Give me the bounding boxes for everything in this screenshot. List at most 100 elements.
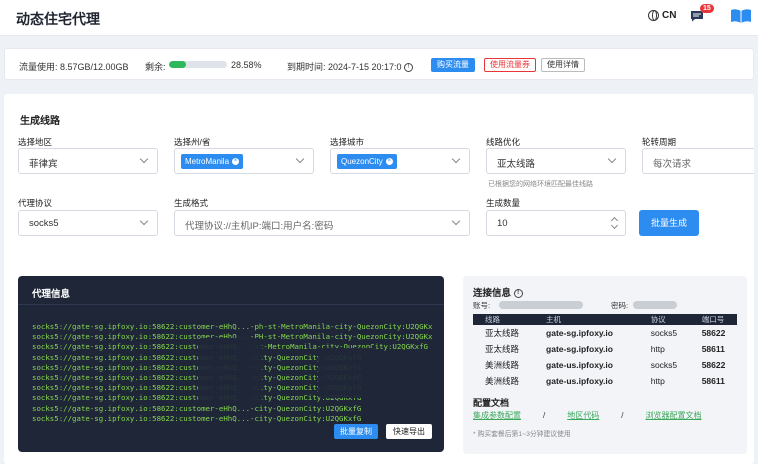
generate-section-title: 生成线路 <box>20 116 60 127</box>
password-redacted <box>633 301 677 309</box>
close-icon[interactable]: × <box>385 158 393 166</box>
rotation-value: 每次请求 <box>653 159 692 170</box>
traffic-usage: 流量使用: 8.57GB/12.00GB <box>19 62 129 72</box>
separator: / <box>543 411 546 420</box>
connection-info-panel: 连接信息 ! 账号: 密码: 线路 主机 协议 端口号 亚太线路 gate-sg.ipf… <box>463 276 747 454</box>
table-cell: 美洲线路 <box>485 376 520 386</box>
use-coupon-button[interactable]: 使用流量券 <box>484 58 536 72</box>
info-icon[interactable]: ! <box>404 63 414 73</box>
route-select[interactable]: 亚太线路 <box>486 148 626 174</box>
account-redacted <box>499 301 583 309</box>
chevron-down-icon <box>451 154 461 164</box>
buy-traffic-button[interactable]: 购买流量 <box>431 58 475 72</box>
expiry-time: 到期时间: 2024-7-15 20:17:0 ! <box>287 60 414 73</box>
format-select[interactable]: 代理协议://主机IP:端口:用户名:密码 <box>174 210 470 236</box>
remaining-label: 剩余: <box>145 62 166 72</box>
column-header: 主机 <box>534 314 639 325</box>
table-cell: 美洲线路 <box>485 360 520 370</box>
batch-generate-button[interactable]: 批量生成 <box>639 210 699 236</box>
config-links: 集成参数配置 / 地区代码 / 浏览器配置文档 <box>473 410 701 421</box>
rotation-label: 轮转周期 <box>642 137 677 147</box>
message-badge: 15 <box>700 4 714 13</box>
state-tag[interactable]: MetroManila × <box>181 154 244 169</box>
format-value: 代理协议://主机IP:端口:用户名:密码 <box>185 221 334 232</box>
region-code-link[interactable]: 地区代码 <box>567 411 599 420</box>
table-cell: socks5 <box>650 360 678 370</box>
traffic-summary: 流量使用: 8.57GB/12.00GB 剩余: 28.58% 到期时间: 20… <box>4 48 754 80</box>
protocol-label: 代理协议 <box>18 198 53 208</box>
proxy-line: socks5://gate-sg.ipfoxy.io:58622:custome… <box>32 413 362 423</box>
language-label: CN <box>662 10 677 21</box>
city-select[interactable]: QuezonCity × <box>330 148 470 174</box>
integration-config-link[interactable]: 集成参数配置 <box>473 411 521 420</box>
city-tag[interactable]: QuezonCity × <box>337 154 397 169</box>
generate-panel: 生成线路 选择地区 菲律宾 选择州/省 MetroManila × 选择城市 Qu… <box>4 94 754 464</box>
book-icon[interactable] <box>730 8 752 24</box>
separator: / <box>621 411 624 420</box>
traffic-progress-fill <box>169 61 186 68</box>
column-header: 端口号 <box>689 314 737 325</box>
column-header: 线路 <box>473 314 535 325</box>
redaction-blur <box>318 348 378 398</box>
connection-table: 线路 主机 协议 端口号 亚太线路 gate-sg.ipfoxy.io socks5 586… <box>473 314 737 389</box>
region-value: 菲律宾 <box>29 159 58 170</box>
route-hint: 已根据您的网络环境匹配最佳线路 <box>488 181 593 188</box>
table-row: 美洲线路 gate-us.ipfoxy.io http 58611 <box>473 373 737 389</box>
column-header: 协议 <box>638 314 690 325</box>
table-header-row: 线路 主机 协议 端口号 <box>473 314 737 325</box>
table-cell: 58611 <box>701 376 725 386</box>
chevron-down-icon <box>451 216 461 226</box>
quantity-label: 生成数量 <box>486 198 521 208</box>
state-tag-text: MetroManila <box>185 157 230 166</box>
expiry-text: 到期时间: 2024-7-15 20:17:0 <box>287 62 402 72</box>
table-cell: http <box>650 376 665 386</box>
stepper-icon[interactable] <box>610 215 619 231</box>
info-icon[interactable]: ! <box>513 288 523 298</box>
rotation-select[interactable]: 每次请求 <box>642 148 754 174</box>
divider <box>18 304 444 305</box>
language-switch[interactable]: CN <box>648 10 676 21</box>
proxy-info-title: 代理信息 <box>32 289 71 300</box>
state-select[interactable]: MetroManila × <box>174 148 314 174</box>
close-icon[interactable]: × <box>232 158 240 166</box>
account-label: 账号: <box>473 301 491 310</box>
format-label: 生成格式 <box>174 198 209 208</box>
table-cell: socks5 <box>650 328 678 338</box>
quantity-stepper[interactable]: 10 <box>486 210 626 236</box>
password-label: 密码: <box>611 301 629 310</box>
table-cell: 亚太线路 <box>485 328 520 338</box>
page-title: 动态住宅代理 <box>16 11 100 27</box>
protocol-select[interactable]: socks5 <box>18 210 158 236</box>
remaining-percent: 28.58% <box>231 60 262 70</box>
table-cell: 亚太线路 <box>485 344 520 354</box>
table-cell: gate-us.ipfoxy.io <box>546 376 613 386</box>
table-row: 亚太线路 gate-sg.ipfoxy.io socks5 58622 <box>473 325 737 341</box>
connection-info-title: 连接信息 ! <box>473 285 523 299</box>
proxy-line: socks5://gate-sg.ipfoxy.io:58622:custome… <box>32 322 432 331</box>
table-row: 美洲线路 gate-us.ipfoxy.io socks5 58622 <box>473 357 737 373</box>
globe-icon <box>648 10 659 21</box>
traffic-progress-bar <box>169 61 227 68</box>
state-label: 选择州/省 <box>174 137 211 147</box>
proxy-info-panel: 代理信息 socks5://gate-sg.ipfoxy.io:58622:cu… <box>18 276 444 452</box>
chevron-down-icon <box>139 216 149 226</box>
table-cell: http <box>650 344 665 354</box>
config-docs-title: 配置文档 <box>473 398 510 408</box>
protocol-value: socks5 <box>29 218 59 229</box>
batch-copy-button[interactable]: 批量复制 <box>334 424 378 439</box>
route-value: 亚太线路 <box>497 159 536 170</box>
usage-detail-button[interactable]: 使用详情 <box>541 58 585 72</box>
table-cell: 58622 <box>701 328 726 338</box>
connection-title-text: 连接信息 <box>473 288 512 299</box>
browser-config-link[interactable]: 浏览器配置文档 <box>645 411 701 420</box>
chevron-down-icon <box>295 154 305 164</box>
proxy-line: socks5://gate-sg.ipfoxy.io:58622:custome… <box>32 403 362 413</box>
chevron-down-icon <box>607 154 617 164</box>
region-select[interactable]: 菲律宾 <box>18 148 158 174</box>
table-cell: gate-us.ipfoxy.io <box>546 360 613 370</box>
table-cell: 58611 <box>701 344 725 354</box>
quick-export-button[interactable]: 快速导出 <box>386 424 432 439</box>
route-label: 线路优化 <box>486 137 521 147</box>
top-bar: 动态住宅代理 CN 15 <box>0 0 758 36</box>
city-label: 选择城市 <box>330 137 365 147</box>
